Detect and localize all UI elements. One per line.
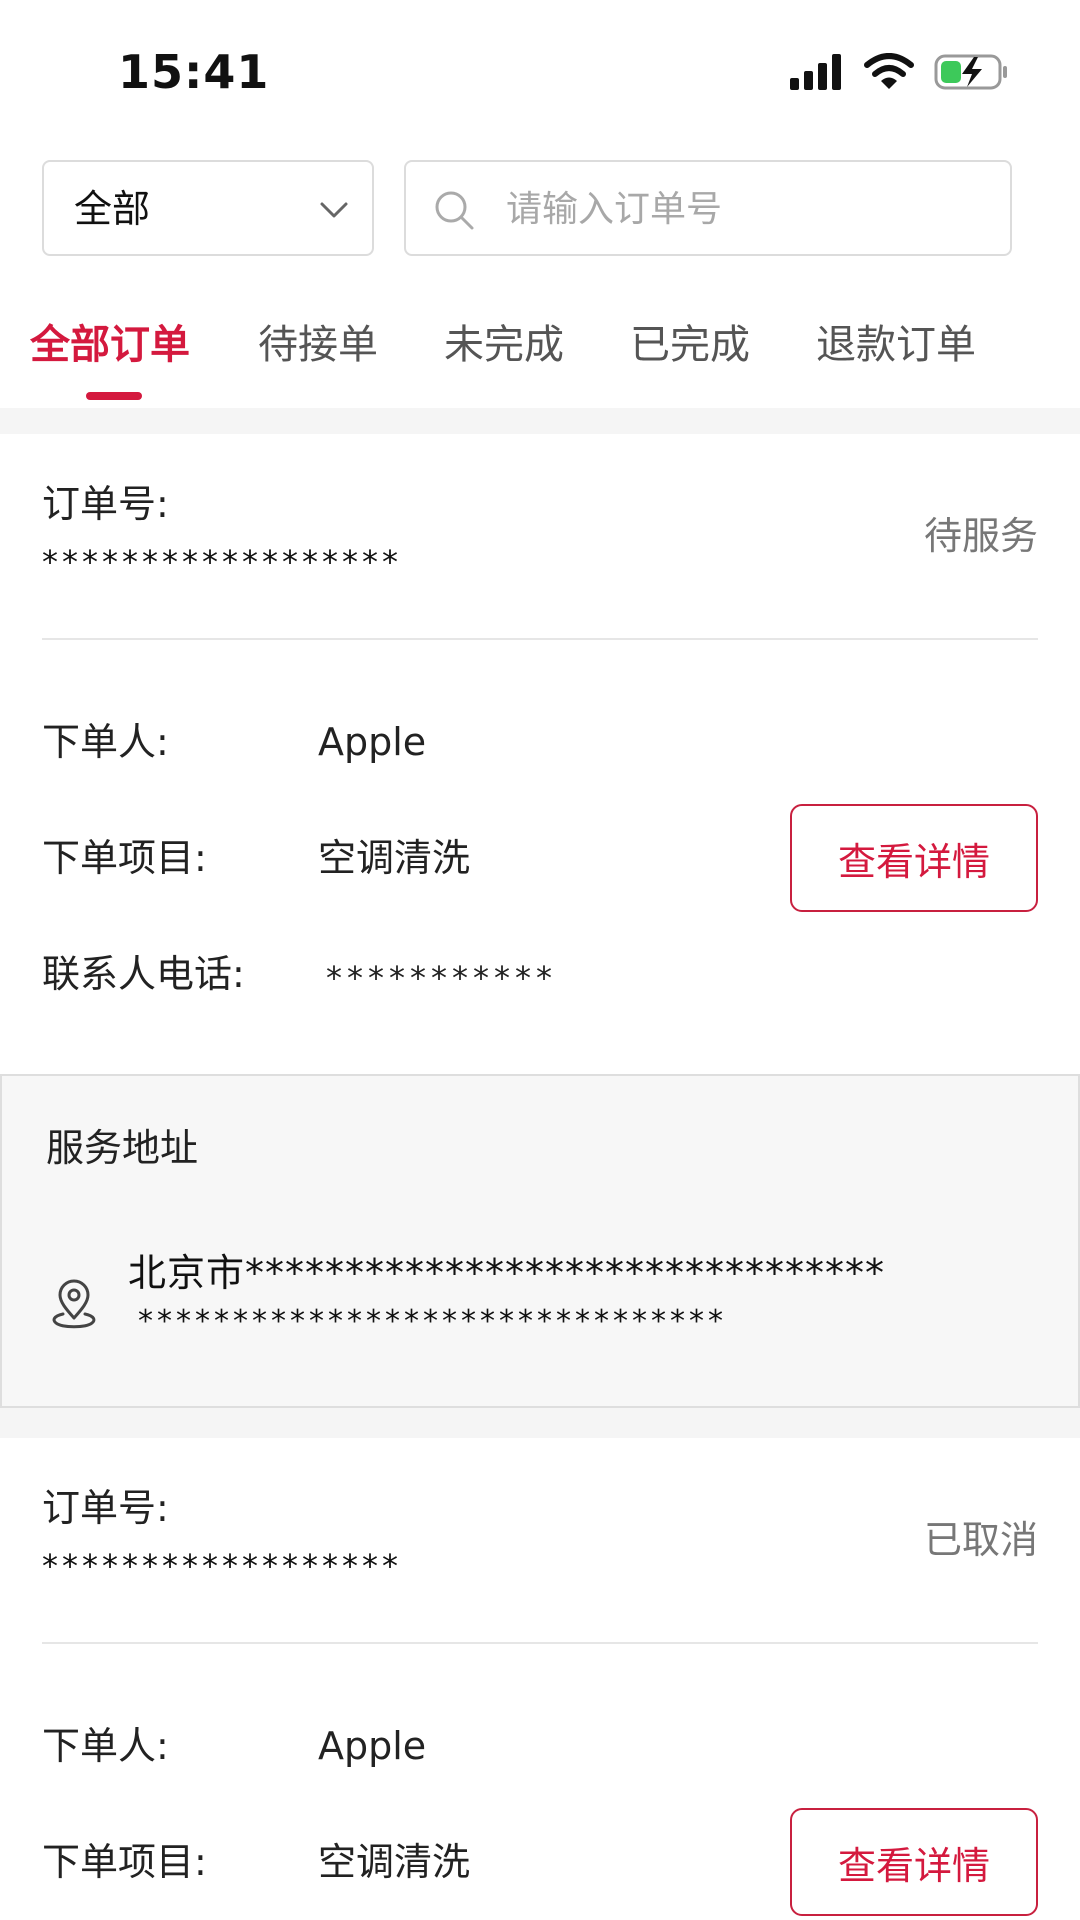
service-item-value: 空调清洗 <box>318 1840 471 1884</box>
service-item-label: 下单项目: <box>42 836 207 880</box>
order-tabs: 全部订单 待接单 未完成 已完成 退款订单 <box>0 300 1080 408</box>
order-number-search-input[interactable] <box>506 180 986 238</box>
order-number-value: ****************** <box>42 543 402 581</box>
status-time: 15:41 <box>118 45 270 99</box>
chevron-down-icon <box>320 202 348 218</box>
tab-refund-orders[interactable]: 退款订单 <box>816 320 976 370</box>
customer-value: Apple <box>318 720 427 764</box>
order-number-label: 订单号: <box>42 482 169 526</box>
service-address-block: 服务地址 北京市********************************… <box>0 1074 1080 1408</box>
view-details-button[interactable]: 查看详情 <box>790 804 1038 912</box>
signal-icon <box>790 54 841 90</box>
divider <box>42 1642 1038 1644</box>
category-select-value: 全部 <box>74 187 151 231</box>
divider <box>42 638 1038 640</box>
address-line-1: 北京市******************************** <box>128 1251 886 1295</box>
tab-all-orders[interactable]: 全部订单 <box>30 320 190 370</box>
service-address-title: 服务地址 <box>46 1126 199 1170</box>
order-card: 订单号: ****************** 已取消 下单人: Apple 下… <box>0 1438 1080 1920</box>
order-status: 已取消 <box>923 1518 1038 1562</box>
customer-label: 下单人: <box>42 1724 169 1768</box>
search-icon <box>435 191 474 230</box>
status-bar: 15:41 <box>0 0 1080 120</box>
tab-completed[interactable]: 已完成 <box>630 320 750 370</box>
location-pin-icon <box>52 1279 96 1329</box>
service-item-value: 空调清洗 <box>318 836 471 880</box>
order-status: 待服务 <box>923 514 1038 558</box>
order-number-value: ****************** <box>42 1547 402 1585</box>
tab-pending-accept[interactable]: 待接单 <box>258 320 378 370</box>
category-select[interactable]: 全部 <box>42 160 374 256</box>
contact-phone-value: *********** <box>326 959 557 997</box>
search-box[interactable] <box>404 160 1012 256</box>
address-line-2: ******************************* <box>138 1304 727 1339</box>
status-icons <box>790 50 1010 94</box>
filter-row: 全部 <box>42 160 1012 256</box>
service-item-label: 下单项目: <box>42 1840 207 1884</box>
battery-charging-icon <box>934 54 1007 90</box>
section-gap <box>0 408 1080 434</box>
order-number-label: 订单号: <box>42 1486 169 1530</box>
tab-incomplete[interactable]: 未完成 <box>444 320 564 370</box>
order-list-screen: 15:41 全部 请输入订单号 全部订单 待接单 未完成 已完成 退款订单 订单… <box>0 0 1080 1920</box>
order-card: 订单号: ****************** 待服务 下单人: Apple 下… <box>0 434 1080 1074</box>
section-gap <box>0 1408 1080 1438</box>
view-details-button[interactable]: 查看详情 <box>790 1808 1038 1916</box>
wifi-icon <box>864 53 914 89</box>
active-tab-indicator <box>86 392 142 400</box>
contact-phone-label: 联系人电话: <box>42 952 245 996</box>
customer-label: 下单人: <box>42 720 169 764</box>
customer-value: Apple <box>318 1724 427 1768</box>
